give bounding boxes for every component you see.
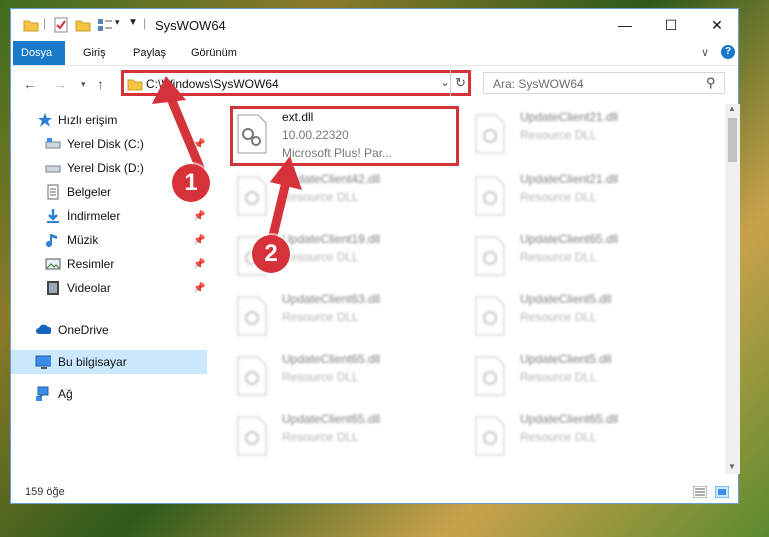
annotation-arrows	[152, 76, 302, 245]
step-marker-2: 2	[252, 235, 290, 273]
step-marker-1: 1	[172, 164, 210, 202]
